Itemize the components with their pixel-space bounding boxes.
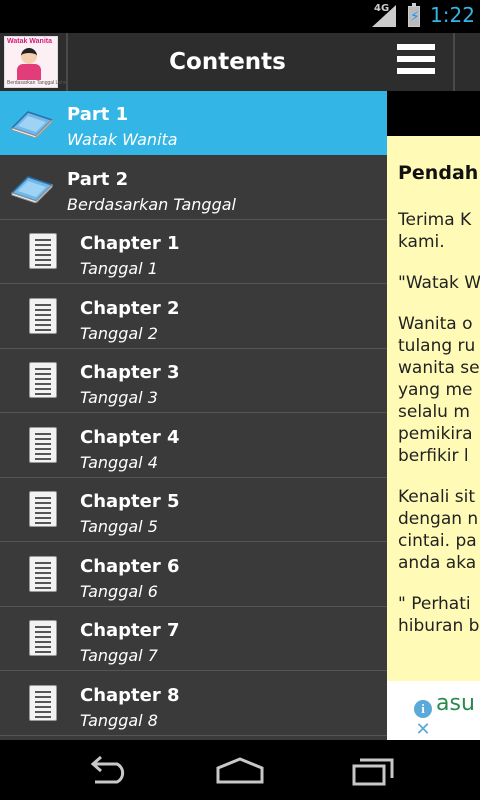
document-icon [29,297,57,334]
status-bar: 4G ⚡ 1:22 [0,0,480,33]
toc-chapter-item[interactable]: Chapter 6 Tanggal 6 [0,543,387,607]
toc-item-subtitle: Tanggal 7 [80,646,158,665]
ad-banner[interactable]: i ✕ asu [387,681,480,740]
toc-item-title: Chapter 5 [80,491,180,512]
ad-info-icon[interactable]: i [414,700,432,718]
document-icon [29,233,57,269]
paragraph: Wanita o tulang ru wanita se yang me sel… [398,313,480,467]
content-heading: Pendah [398,162,479,184]
back-icon[interactable] [83,754,133,786]
paragraph: "Watak W [398,272,480,294]
app-icon[interactable]: Watak Wanita Berdasarkan Tanggal Lahir [4,36,67,88]
text-line: cintai. pa [398,531,477,551]
toc-part-item[interactable]: Part 2 Berdasarkan Tanggal [0,156,387,220]
navigation-drawer: Watak Wanita Berdasarkan Tanggal Lahir C… [0,33,387,740]
text-line: Wanita o [398,314,473,334]
book-icon [10,175,54,203]
document-icon [29,684,57,721]
app-icon-subtitle: Berdasarkan Tanggal Lahir [7,80,67,86]
clock: 1:22 [430,3,475,27]
document-icon [29,491,57,527]
text-line: Kenali sit [398,487,476,507]
toc-item-title: Part 1 [67,104,129,125]
toc-chapter-item[interactable]: Chapter 5 Tanggal 5 [0,478,387,542]
toc-item-title: Chapter 2 [80,297,180,319]
text-line: yang me [398,380,473,400]
text-line: "Watak W [398,273,480,293]
woman-face-icon [21,48,37,64]
toc-item-title: Chapter 8 [80,684,180,706]
toc-chapter-item[interactable]: Chapter 4 Tanggal 4 [0,414,387,478]
toc-item-subtitle: Tanggal 5 [80,517,158,536]
recent-apps-icon[interactable] [350,754,400,786]
drawer-title: Contents [169,49,286,75]
toc-chapter-item[interactable]: Chapter 8 Tanggal 8 [0,672,387,736]
text-line: " Perhati [398,594,471,614]
ad-text[interactable]: asu [436,691,475,716]
toc-item-title: Chapter 1 [80,233,180,254]
text-line: hiburan b [398,616,480,636]
text-line: pemikira [398,424,473,444]
content-spacer [387,91,480,136]
book-icon [10,111,54,138]
network-type-label: 4G [374,3,390,14]
navigation-bar [0,740,480,800]
ad-close-icon[interactable]: ✕ [414,721,432,739]
toc-item-subtitle: Tanggal 6 [80,581,158,601]
text-line: berfikir l [398,446,469,466]
text-line: kami. [398,232,445,252]
menu-icon[interactable] [397,44,439,80]
toc-chapter-item[interactable]: Chapter 3 Tanggal 3 [0,349,387,413]
app-icon-title: Watak Wanita [7,38,52,45]
paragraph: " Perhati hiburan b [398,593,480,637]
toc-item-subtitle: Watak Wanita [67,130,178,149]
toc-item-title: Chapter 4 [80,426,180,448]
toc-item-subtitle: Tanggal 2 [80,323,158,343]
document-icon [29,426,57,463]
paragraph: Kenali sit dengan n cintai. pa anda aka [398,486,480,574]
text-line: tulang ru [398,336,476,356]
home-icon[interactable] [215,754,265,786]
toc-chapter-item[interactable]: Chapter 1 Tanggal 1 [0,220,387,284]
content-body: Terima K kami. "Watak W Wanita o tulang … [398,209,480,656]
text-line: wanita se [398,358,480,378]
text-line: dengan n [398,509,479,529]
toc-item-subtitle: Tanggal 1 [80,259,158,278]
text-line: anda aka [398,553,477,573]
battery-charging-icon: ⚡ [408,3,420,27]
content-panel: Pendah Terima K kami. "Watak W Wanita o … [387,33,480,740]
drawer-header: Watak Wanita Berdasarkan Tanggal Lahir C… [0,33,387,91]
document-icon [29,555,57,592]
content-page[interactable]: Pendah Terima K kami. "Watak W Wanita o … [387,136,480,681]
toc-item-title: Part 2 [67,168,129,190]
toc-item-subtitle: Berdasarkan Tanggal [67,194,236,214]
toc-part-item[interactable]: Part 1 Watak Wanita [0,91,387,155]
toc-item-subtitle: Tanggal 4 [80,452,158,472]
text-line: Terima K [398,210,472,230]
action-bar-divider [453,33,455,91]
paragraph: Terima K kami. [398,209,480,253]
toc-chapter-item[interactable]: Chapter 2 Tanggal 2 [0,285,387,349]
toc-item-title: Chapter 7 [80,620,180,641]
content-action-bar [387,33,480,91]
toc-item-subtitle: Tanggal 3 [80,388,158,407]
woman-body-icon [17,64,41,80]
toc-item-subtitle: Tanggal 8 [80,710,158,730]
document-icon [29,362,57,398]
toc-item-title: Chapter 6 [80,555,180,577]
document-icon [29,620,57,656]
toc-item-title: Chapter 3 [80,362,180,383]
toc-chapter-item[interactable]: Chapter 7 Tanggal 7 [0,607,387,671]
text-line: selalu m [398,402,470,422]
